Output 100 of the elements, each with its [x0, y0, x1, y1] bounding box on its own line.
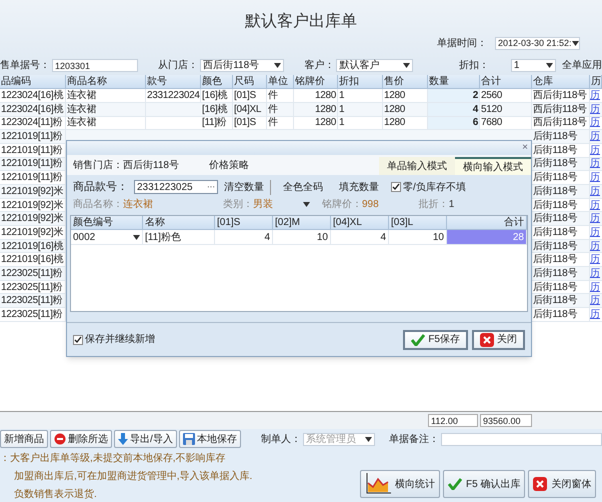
column-header: 单位	[267, 75, 294, 88]
table-cell: 1	[338, 116, 383, 130]
order-number-field[interactable]: 1203301	[52, 58, 138, 72]
table-cell: 2	[428, 89, 480, 102]
list-price-value: 998	[362, 198, 379, 212]
field-label: 类别：	[223, 198, 253, 212]
all-color-size-button[interactable]: 全色全码	[283, 180, 323, 194]
field-label: 客户：	[304, 58, 334, 72]
store-dropdown[interactable]: 西后街118号	[200, 58, 284, 72]
column-header: [01]S	[215, 216, 273, 229]
toolbar-button[interactable]: 导出/导入	[114, 430, 177, 448]
tab[interactable]: 单品输入模式	[379, 157, 455, 175]
table-cell: 连衣裙	[66, 116, 146, 130]
history-link[interactable]: 历	[590, 158, 602, 170]
product-name: 连衣裙	[123, 198, 153, 212]
column-header: 颜色编号	[71, 216, 143, 229]
fill-quantity-button[interactable]: 填充数量	[339, 180, 379, 194]
batch-discount-value: 1	[448, 198, 454, 212]
chart-icon	[365, 473, 391, 495]
toolbar-button[interactable]: 本地保存	[178, 430, 241, 448]
action-button[interactable]: 关闭窗体	[528, 470, 596, 498]
style-number-field[interactable]: 2331223025 ···	[134, 180, 218, 194]
table-cell: 西后街118号	[532, 116, 590, 130]
field-label: 从门店：	[158, 58, 198, 72]
table-cell: 1223024[11]粉	[0, 116, 66, 130]
history-link[interactable]: 历	[590, 171, 602, 184]
table-cell: 1280	[294, 89, 338, 102]
table-cell: 2331223024	[146, 89, 201, 102]
history-link[interactable]: 历	[590, 226, 602, 239]
remark-field[interactable]	[440, 432, 602, 446]
history-link[interactable]: 历	[590, 144, 602, 157]
field-label: 单据时间：	[437, 36, 487, 51]
customer-dropdown[interactable]: 默认客户	[336, 58, 413, 72]
table-cell: 件	[267, 116, 294, 130]
table-cell: 5120	[480, 102, 532, 116]
history-link[interactable]: 历	[590, 212, 602, 226]
history-link[interactable]: 历	[590, 130, 602, 143]
toolbar-button[interactable]: 新增商品	[0, 430, 48, 448]
action-button[interactable]: 横向统计	[360, 470, 440, 498]
table-cell: [01]S	[233, 116, 267, 130]
caret-icon	[364, 436, 372, 442]
checkbox[interactable]	[73, 334, 83, 344]
date-field[interactable]: 2012-03-30 21:52:	[495, 37, 580, 50]
grid-cell-text: [11]粉色	[145, 230, 181, 244]
dialog-button[interactable]: F5保存	[403, 330, 468, 350]
column-header: 历	[590, 75, 602, 88]
field-label: 销售门店：	[73, 158, 123, 172]
history-link[interactable]: 历	[590, 184, 602, 198]
history-link[interactable]: 历	[590, 89, 602, 102]
caret-icon	[402, 62, 410, 68]
table-cell: 件	[267, 89, 294, 102]
total-quantity-field: 112.00	[428, 414, 478, 428]
dialog-button[interactable]: 关闭	[472, 330, 525, 350]
history-link[interactable]: 历	[590, 240, 602, 252]
field-label: 折扣：	[458, 58, 489, 72]
column-header: 售价	[383, 75, 428, 88]
checkbox-label: 零/负库存不填	[403, 180, 466, 194]
caret-icon	[572, 41, 579, 46]
toolbar-button[interactable]: 删除所选	[50, 430, 112, 448]
discount-dropdown[interactable]: 1	[510, 58, 556, 72]
checkbox[interactable]	[391, 182, 401, 192]
total-amount-field: 93560.00	[480, 414, 532, 428]
note-text: 负数销售表示退货.	[13, 488, 98, 502]
field-label: 商品款号：	[73, 180, 128, 195]
history-link[interactable]: 历	[590, 102, 602, 116]
price-strategy-label: 价格策略	[208, 158, 249, 172]
grid-cell-text: 4	[380, 230, 386, 244]
table-cell: [01]S	[233, 89, 267, 102]
field-label: 售单据号：	[0, 58, 50, 72]
history-link[interactable]: 历	[590, 294, 602, 308]
field-label: 批折：	[418, 198, 449, 212]
table-cell: 连衣裙	[66, 102, 146, 116]
close-button[interactable]: ×	[522, 143, 528, 153]
tab[interactable]: 横向输入模式	[455, 157, 531, 175]
grid-cell-text: 4	[264, 230, 270, 244]
store-value: 西后街118号	[123, 158, 179, 172]
table-cell: [11]粉	[201, 116, 233, 130]
stop-icon	[54, 433, 66, 446]
table-cell: [16]桃	[201, 102, 233, 116]
table-cell: 西后街118号	[532, 102, 590, 116]
table-cell: 1223024[16]桃	[0, 89, 66, 102]
history-link[interactable]: 历	[590, 267, 602, 280]
field-label: 商品名称：	[73, 198, 123, 212]
note-text: 加盟商出库后,可在加盟商进货管理中,导入该单据入库.	[13, 470, 254, 484]
down-arrow-icon	[118, 433, 128, 446]
history-link[interactable]: 历	[590, 116, 602, 130]
column-header: 合计	[447, 216, 527, 229]
table-cell: 2560	[480, 89, 532, 102]
history-link[interactable]: 历	[590, 198, 602, 212]
history-link[interactable]: 历	[590, 253, 602, 266]
column-header: 款号	[146, 75, 201, 88]
table-cell: 件	[267, 102, 294, 116]
history-link[interactable]: 历	[590, 308, 602, 321]
history-link[interactable]: 历	[590, 280, 602, 294]
grid-cell-text: 28	[512, 230, 524, 244]
action-button[interactable]: F5 确认出库	[443, 470, 526, 498]
column-header: 颜色	[201, 75, 233, 88]
clear-quantity-button[interactable]: 清空数量	[224, 180, 271, 194]
column-header: 铭牌价	[294, 75, 338, 88]
table-cell: [16]桃	[201, 89, 233, 102]
